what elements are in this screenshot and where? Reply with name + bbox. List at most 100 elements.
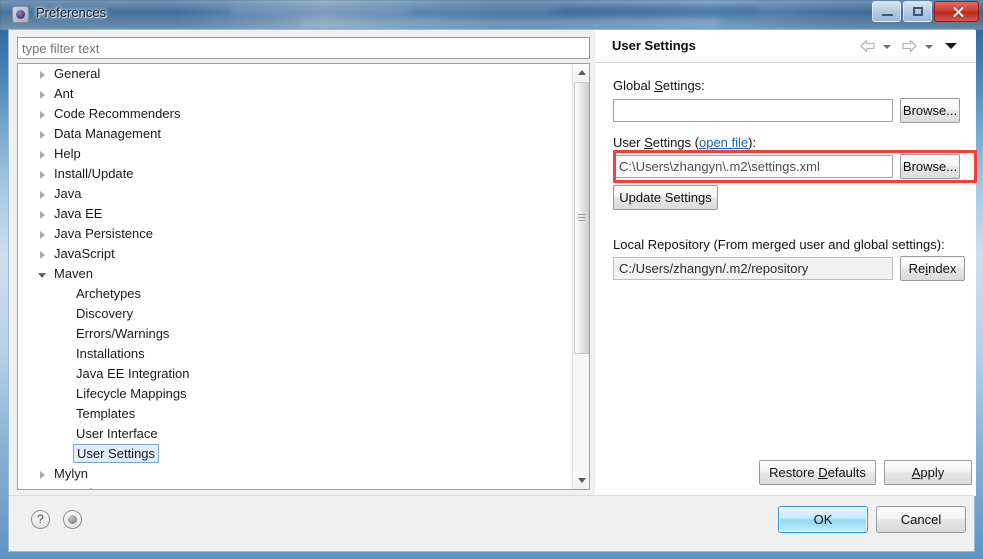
scrollbar-thumb[interactable] [574, 82, 589, 354]
tree-item-user-settings[interactable]: User Settings [18, 444, 572, 464]
tree-item-maven[interactable]: Maven [18, 264, 572, 284]
label-text: Global [613, 78, 655, 93]
user-settings-browse-button[interactable]: Browse... [900, 154, 960, 179]
tree-item-java[interactable]: Java [18, 184, 572, 204]
apply-button[interactable]: Apply [884, 460, 972, 485]
tree-item-discovery[interactable]: Discovery [18, 304, 572, 324]
tree-item-label: JavaScript [54, 246, 115, 261]
label-text: ettings: [662, 78, 705, 93]
global-settings-browse-button[interactable]: Browse... [900, 98, 960, 123]
forward-dropdown-icon[interactable] [925, 38, 933, 49]
tree-vertical-scrollbar[interactable] [572, 64, 589, 489]
tree-item-label: Installations [76, 346, 145, 361]
global-settings-input[interactable] [613, 99, 893, 122]
tree-item-label: User Interface [76, 426, 158, 441]
tree-item-install-update[interactable]: Install/Update [18, 164, 572, 184]
tree-item-oomph[interactable]: Oomph [18, 484, 572, 489]
ok-button[interactable]: OK [778, 506, 868, 533]
tree-item-label: Mylyn [54, 466, 88, 481]
label-text: ): [748, 135, 757, 150]
tree-item-mylyn[interactable]: Mylyn [18, 464, 572, 484]
tree-item-label: Maven [54, 266, 94, 281]
button-text: pply [920, 465, 945, 480]
tree-item-ant[interactable]: Ant [18, 84, 572, 104]
tree-item-java-persistence[interactable]: Java Persistence [18, 224, 572, 244]
tree-item-label: Install/Update [54, 166, 134, 181]
tree-item-label: Code Recommenders [54, 106, 181, 121]
tree-item-java-ee-integration[interactable]: Java EE Integration [18, 364, 572, 384]
back-arrow-icon[interactable] [859, 38, 876, 59]
tree-item-errors-warnings[interactable]: Errors/Warnings [18, 324, 572, 344]
tree-item-list: General Ant Code Recommenders Data Manageme… [18, 64, 572, 489]
tree-item-installations[interactable]: Installations [18, 344, 572, 364]
minimize-button[interactable] [872, 1, 901, 22]
tree-expand-arrow-closed-icon[interactable] [40, 171, 45, 179]
tree-item-javascript[interactable]: JavaScript [18, 244, 572, 264]
tree-item-label: Ant [54, 86, 74, 101]
scroll-up-button[interactable] [573, 64, 589, 81]
local-repository-input[interactable] [613, 257, 893, 280]
open-file-link[interactable]: open file [699, 135, 748, 150]
reindex-button[interactable]: Reindex [900, 256, 965, 281]
forward-arrow-glyph [902, 39, 917, 53]
scrollbar-grip-icon [578, 214, 585, 222]
maximize-button[interactable] [903, 1, 932, 22]
view-menu-icon[interactable] [945, 38, 957, 49]
tree-expand-arrow-closed-icon[interactable] [40, 131, 45, 139]
tree-item-label: Help [54, 146, 81, 161]
scroll-down-button[interactable] [573, 472, 589, 489]
tree-expand-arrow-closed-icon[interactable] [40, 471, 45, 479]
tree-expand-arrow-closed-icon[interactable] [40, 211, 45, 219]
page-title: User Settings [612, 38, 696, 53]
tree-item-archetypes[interactable]: Archetypes [18, 284, 572, 304]
label-text: ettings ( [652, 135, 699, 150]
label-text: User [613, 135, 645, 150]
tree-item-help[interactable]: Help [18, 144, 572, 164]
restore-defaults-button[interactable]: Restore Defaults [759, 460, 876, 485]
titlebar-blur-streak [300, 19, 720, 28]
tree-item-general[interactable]: General [18, 64, 572, 84]
tree-item-label: Lifecycle Mappings [76, 386, 187, 401]
tree-item-templates[interactable]: Templates [18, 404, 572, 424]
titlebar-blur-streak [560, 7, 760, 16]
user-settings-input[interactable] [613, 155, 893, 178]
window-titlebar[interactable]: Preferences [0, 0, 983, 30]
button-text: Restore [769, 465, 819, 480]
chevron-down-icon [925, 45, 933, 49]
dialog-button-bar: ? OK Cancel [9, 495, 974, 551]
tree-item-label: Oomph [54, 484, 97, 489]
help-icon[interactable]: ? [31, 510, 50, 529]
tree-expand-arrow-closed-icon[interactable] [40, 71, 45, 79]
user-settings-page: User Settings Global Settings: Browse...… [595, 30, 976, 496]
label-mnemonic: S [654, 78, 663, 93]
tree-expand-arrow-closed-icon[interactable] [40, 191, 45, 199]
tree-item-lifecycle-mappings[interactable]: Lifecycle Mappings [18, 384, 572, 404]
label-mnemonic: S [644, 135, 653, 150]
user-settings-label: User Settings (open file): [613, 135, 756, 150]
tree-expand-arrow-closed-icon[interactable] [40, 91, 45, 99]
oomph-icon[interactable] [63, 510, 82, 529]
tree-expand-arrow-open-icon[interactable] [38, 273, 46, 278]
forward-arrow-icon[interactable] [901, 38, 918, 59]
page-header: User Settings [595, 30, 976, 63]
cancel-button[interactable]: Cancel [876, 506, 966, 533]
page-body: Global Settings: Browse... User Settings… [595, 63, 976, 496]
tree-item-label: User Settings [73, 444, 160, 463]
back-dropdown-icon[interactable] [883, 38, 891, 49]
tree-expand-arrow-closed-icon[interactable] [40, 111, 45, 119]
chevron-down-icon [578, 478, 586, 483]
tree-item-java-ee[interactable]: Java EE [18, 204, 572, 224]
tree-item-user-interface[interactable]: User Interface [18, 424, 572, 444]
preferences-window: Preferences General Ant Code Recommenders D… [0, 0, 983, 559]
tree-expand-arrow-closed-icon[interactable] [40, 231, 45, 239]
tree-expand-arrow-closed-icon[interactable] [40, 151, 45, 159]
close-button[interactable] [934, 1, 979, 22]
update-settings-button[interactable]: Update Settings [613, 185, 718, 210]
preferences-tree[interactable]: General Ant Code Recommenders Data Manageme… [17, 63, 590, 490]
tree-item-data-management[interactable]: Data Management [18, 124, 572, 144]
preferences-icon [12, 6, 29, 23]
tree-item-label: Archetypes [76, 286, 142, 301]
filter-input[interactable] [17, 37, 590, 59]
tree-item-code-recommenders[interactable]: Code Recommenders [18, 104, 572, 124]
tree-expand-arrow-closed-icon[interactable] [40, 251, 45, 259]
